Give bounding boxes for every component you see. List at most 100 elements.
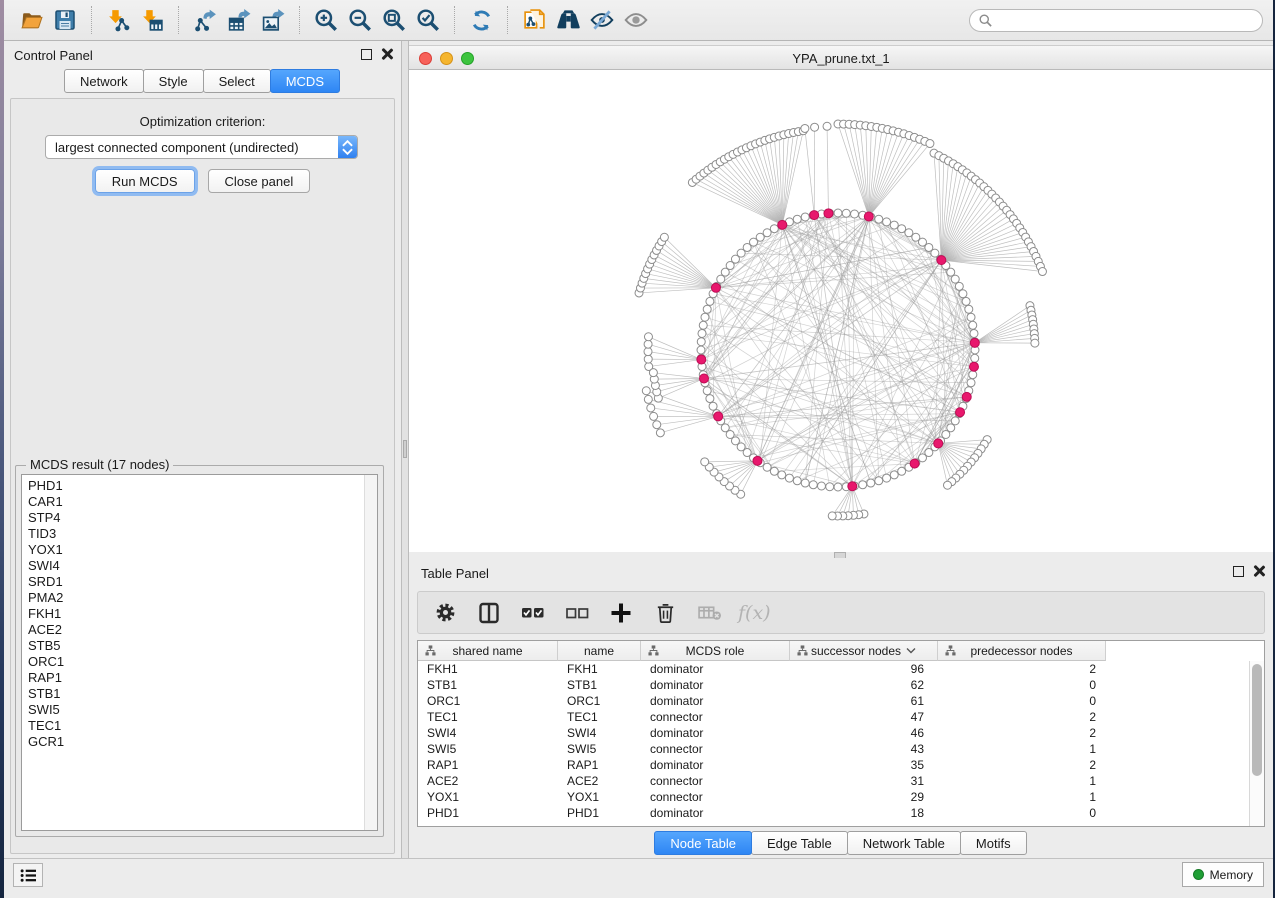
table-row[interactable]: ACE2ACE2connector311 (418, 773, 1264, 789)
float-panel-icon[interactable] (361, 49, 372, 60)
column-header-name[interactable]: name (558, 641, 641, 661)
vertical-splitter[interactable] (401, 41, 409, 858)
table-row[interactable]: RAP1RAP1dominator352 (418, 757, 1264, 773)
table-row[interactable]: STB1STB1dominator620 (418, 677, 1264, 693)
cell-shared-name: ORC1 (418, 693, 558, 709)
control-panel-title: Control Panel (14, 48, 93, 63)
tab-network-table[interactable]: Network Table (847, 831, 961, 855)
table-row[interactable]: ORC1ORC1dominator610 (418, 693, 1264, 709)
cell-MCDS-role: dominator (641, 757, 790, 773)
tab-network[interactable]: Network (64, 69, 144, 93)
tab-node-table[interactable]: Node Table (654, 831, 752, 855)
cell-successor-nodes: 29 (790, 789, 938, 805)
search-network-icon[interactable] (551, 4, 585, 36)
mcds-result-item[interactable]: GCR1 (28, 734, 359, 750)
export-table-icon[interactable] (222, 4, 256, 36)
mcds-result-item[interactable]: TEC1 (28, 718, 359, 734)
show-columns-icon[interactable] (474, 598, 504, 628)
show-panels-list-icon[interactable] (13, 863, 43, 887)
cell-MCDS-role: connector (641, 709, 790, 725)
table-row[interactable]: SWI4SWI4dominator462 (418, 725, 1264, 741)
cell-name: RAP1 (558, 757, 641, 773)
open-session-icon[interactable] (14, 4, 48, 36)
column-header-MCDS-role[interactable]: MCDS role (641, 641, 790, 661)
zoom-out-icon[interactable] (343, 4, 377, 36)
save-session-icon[interactable] (48, 4, 82, 36)
mcds-result-item[interactable]: STB1 (28, 686, 359, 702)
mcds-list-scrollbar[interactable] (364, 475, 377, 830)
cell-predecessor-nodes: 1 (938, 741, 1106, 757)
table-row[interactable]: SWI5SWI5connector431 (418, 741, 1264, 757)
close-panel-icon[interactable] (381, 48, 393, 60)
mcds-result-title: MCDS result (17 nodes) (26, 457, 173, 472)
mcds-result-item[interactable]: PMA2 (28, 590, 359, 606)
export-network-icon[interactable] (188, 4, 222, 36)
new-network-from-selection-icon[interactable] (517, 4, 551, 36)
cell-successor-nodes: 62 (790, 677, 938, 693)
add-column-icon[interactable] (606, 598, 636, 628)
sort-indicator-icon[interactable] (906, 647, 916, 654)
cell-shared-name: PHD1 (418, 805, 558, 821)
toolbar-separator (299, 6, 300, 34)
mcds-result-item[interactable]: TID3 (28, 526, 359, 542)
table-row[interactable]: TEC1TEC1connector472 (418, 709, 1264, 725)
mcds-result-item[interactable]: FKH1 (28, 606, 359, 622)
tab-mcds[interactable]: MCDS (270, 69, 340, 93)
import-network-file-icon[interactable] (101, 4, 135, 36)
search-icon (978, 13, 993, 28)
mcds-result-item[interactable]: RAP1 (28, 670, 359, 686)
table-panel-titlebar: Table Panel (409, 558, 1273, 585)
mcds-result-item[interactable]: ORC1 (28, 654, 359, 670)
column-header-predecessor-nodes[interactable]: predecessor nodes (938, 641, 1106, 661)
hide-selected-icon[interactable] (585, 4, 619, 36)
delete-column-trash-icon[interactable] (650, 598, 680, 628)
table-row[interactable]: PHD1PHD1dominator180 (418, 805, 1264, 821)
mcds-result-item[interactable]: YOX1 (28, 542, 359, 558)
mcds-result-item[interactable]: PHD1 (28, 478, 359, 494)
export-image-icon[interactable] (256, 4, 290, 36)
mcds-result-item[interactable]: SRD1 (28, 574, 359, 590)
mcds-result-list[interactable]: PHD1CAR1STP4TID3YOX1SWI4SRD1PMA2FKH1ACE2… (21, 474, 378, 831)
splitter-handle[interactable] (403, 440, 407, 458)
import-table-file-icon[interactable] (135, 4, 169, 36)
mcds-result-item[interactable]: SWI4 (28, 558, 359, 574)
mcds-result-item[interactable]: STP4 (28, 510, 359, 526)
network-graph[interactable] (409, 70, 1273, 552)
tab-style[interactable]: Style (143, 69, 204, 93)
cell-predecessor-nodes: 0 (938, 677, 1106, 693)
column-header-successor-nodes[interactable]: successor nodes (790, 641, 938, 661)
column-header-shared-name[interactable]: shared name (418, 641, 558, 661)
table-scrollbar-thumb[interactable] (1252, 664, 1262, 776)
tab-select[interactable]: Select (203, 69, 271, 93)
float-table-panel-icon[interactable] (1233, 566, 1244, 577)
search-box[interactable] (969, 9, 1263, 32)
deselect-all-rows-icon[interactable] (562, 598, 592, 628)
network-canvas[interactable] (409, 70, 1273, 552)
close-table-panel-icon[interactable] (1253, 565, 1265, 577)
run-mcds-button[interactable]: Run MCDS (95, 169, 195, 193)
optimization-criterion-select[interactable]: largest connected component (undirected) (45, 135, 358, 159)
mcds-result-item[interactable]: STB5 (28, 638, 359, 654)
zoom-fit-content-icon[interactable] (377, 4, 411, 36)
table-settings-gear-icon[interactable] (430, 598, 460, 628)
refresh-view-icon[interactable] (464, 4, 498, 36)
memory-status-icon (1193, 869, 1204, 880)
tab-edge-table[interactable]: Edge Table (751, 831, 848, 855)
tab-motifs[interactable]: Motifs (960, 831, 1027, 855)
memory-button[interactable]: Memory (1182, 862, 1264, 887)
table-row[interactable]: YOX1YOX1connector291 (418, 789, 1264, 805)
zoom-in-icon[interactable] (309, 4, 343, 36)
select-all-rows-icon[interactable] (518, 598, 548, 628)
mcds-result-item[interactable]: ACE2 (28, 622, 359, 638)
search-input[interactable] (993, 13, 1254, 27)
mcds-result-item[interactable]: SWI5 (28, 702, 359, 718)
cell-MCDS-role: connector (641, 741, 790, 757)
table-scrollbar[interactable] (1249, 661, 1264, 826)
table-row[interactable]: FKH1FKH1dominator962 (418, 661, 1264, 677)
mcds-result-item[interactable]: CAR1 (28, 494, 359, 510)
show-all-icon[interactable] (619, 4, 653, 36)
close-panel-button[interactable]: Close panel (208, 169, 311, 193)
cell-shared-name: SWI4 (418, 725, 558, 741)
zoom-selected-icon[interactable] (411, 4, 445, 36)
cell-predecessor-nodes: 2 (938, 661, 1106, 677)
